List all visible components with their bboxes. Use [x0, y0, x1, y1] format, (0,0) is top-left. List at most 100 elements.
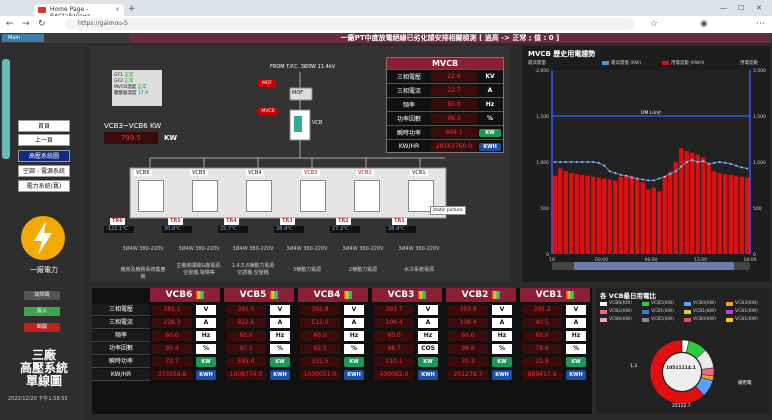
demand-point[interactable] [553, 161, 556, 163]
new-tab-icon[interactable]: + [128, 4, 136, 14]
chart-toggle-icon[interactable] [196, 290, 205, 299]
kwh-button[interactable]: KWH [566, 370, 586, 380]
demand-point[interactable] [713, 161, 716, 164]
demand-point[interactable] [575, 161, 578, 163]
energy-bar[interactable] [734, 175, 739, 254]
energy-bar[interactable] [624, 174, 629, 254]
forward-icon[interactable]: → [22, 19, 30, 29]
energy-bar[interactable] [695, 154, 700, 254]
energy-bar[interactable] [739, 176, 744, 254]
fault-code-button[interactable]: 故障碼 [24, 291, 60, 300]
demand-point[interactable] [570, 161, 573, 163]
energy-bar[interactable] [684, 150, 689, 254]
demand-point[interactable] [592, 161, 595, 163]
energy-bar[interactable] [657, 191, 662, 254]
nav-back-button[interactable]: 上一頁 [18, 134, 70, 146]
demand-point[interactable] [636, 177, 639, 180]
back-icon[interactable]: ← [6, 19, 14, 29]
demand-point[interactable] [658, 177, 661, 180]
energy-bar[interactable] [552, 175, 557, 254]
kw-button[interactable]: KW [196, 357, 216, 367]
demand-point[interactable] [581, 161, 584, 163]
demand-point[interactable] [735, 164, 738, 167]
energy-bar[interactable] [646, 189, 651, 254]
demand-point[interactable] [729, 162, 732, 165]
nav-hv-system-button[interactable]: 高壓系統圖 [18, 150, 70, 162]
energy-bar[interactable] [706, 163, 711, 254]
energy-bar[interactable] [618, 176, 623, 254]
kw-button[interactable]: KW [479, 128, 501, 137]
address-bar[interactable]: https://gaimou-5 [64, 18, 634, 30]
demand-point[interactable] [696, 161, 699, 163]
kw-button[interactable]: KW [270, 357, 290, 367]
star-icon[interactable]: ☆ [650, 19, 658, 29]
kwh-button[interactable]: KWH [344, 370, 364, 380]
energy-bar[interactable] [591, 176, 596, 254]
energy-bar[interactable] [745, 177, 750, 254]
demand-point[interactable] [669, 172, 672, 175]
kwh-button[interactable]: KWH [479, 142, 501, 151]
demand-point[interactable] [718, 161, 721, 163]
energy-bar[interactable] [558, 168, 563, 254]
demand-point[interactable] [630, 176, 633, 179]
energy-bar[interactable] [596, 177, 601, 254]
profile-icon[interactable]: ◉ [700, 19, 708, 29]
maximize-icon[interactable]: ☐ [738, 4, 744, 12]
vcb-header-vcb4[interactable]: VCB4 [298, 288, 368, 302]
energy-bar[interactable] [585, 175, 590, 254]
demand-point[interactable] [608, 170, 611, 173]
energy-bar[interactable] [701, 157, 706, 254]
close-window-icon[interactable]: ✕ [756, 4, 762, 12]
kwh-button[interactable]: KWH [418, 370, 438, 380]
chart-toggle-icon[interactable] [566, 290, 575, 299]
energy-bar[interactable] [563, 171, 568, 254]
minimize-icon[interactable]: — [720, 4, 727, 12]
demand-point[interactable] [724, 161, 727, 164]
demand-point[interactable] [564, 161, 567, 163]
demand-point[interactable] [619, 173, 622, 176]
kwh-button[interactable]: KWH [270, 370, 290, 380]
close-in-button[interactable]: 投入 [24, 307, 60, 316]
demand-point[interactable] [674, 170, 677, 173]
kw-button[interactable]: KW [566, 357, 586, 367]
kw-button[interactable]: KW [492, 357, 512, 367]
nav-home-button[interactable]: 首頁 [18, 120, 70, 132]
energy-bar[interactable] [580, 174, 585, 254]
energy-bar[interactable] [635, 178, 640, 254]
demand-point[interactable] [603, 164, 606, 167]
demand-point[interactable] [691, 159, 694, 162]
energy-bar[interactable] [629, 175, 634, 254]
energy-bar[interactable] [717, 173, 722, 254]
energy-bar[interactable] [723, 173, 728, 254]
energy-bar[interactable] [640, 182, 645, 254]
vcb-header-vcb5[interactable]: VCB5 [224, 288, 294, 302]
kw-button[interactable]: KW [344, 357, 364, 367]
chart-toggle-icon[interactable] [270, 290, 279, 299]
energy-bar[interactable] [662, 175, 667, 254]
menu-icon[interactable]: ⋯ [756, 19, 765, 29]
demand-point[interactable] [559, 161, 562, 163]
side-drawer-handle[interactable] [2, 59, 10, 159]
kw-button[interactable]: KW [418, 357, 438, 367]
chart-toggle-icon[interactable] [344, 290, 353, 299]
reload-icon[interactable]: ↻ [38, 19, 46, 29]
demand-point[interactable] [586, 161, 589, 163]
demand-point[interactable] [614, 172, 617, 175]
kwh-button[interactable]: KWH [492, 370, 512, 380]
energy-bar[interactable] [613, 180, 618, 254]
energy-bar[interactable] [690, 152, 695, 254]
chart-toggle-icon[interactable] [418, 290, 427, 299]
nav-power-old-button[interactable]: 電力系統(舊) [18, 180, 70, 192]
demand-point[interactable] [707, 162, 710, 165]
energy-bar[interactable] [728, 174, 733, 254]
demand-point[interactable] [641, 178, 644, 181]
demand-point[interactable] [625, 174, 628, 177]
energy-bar[interactable] [574, 173, 579, 254]
range-slider[interactable] [552, 262, 750, 270]
demand-point[interactable] [746, 167, 749, 170]
energy-bar[interactable] [569, 173, 574, 254]
open-button[interactable]: 斷開 [24, 323, 60, 332]
kwh-button[interactable]: KWH [196, 370, 216, 380]
energy-bar[interactable] [679, 148, 684, 254]
vcb-header-vcb2[interactable]: VCB2 [446, 288, 516, 302]
